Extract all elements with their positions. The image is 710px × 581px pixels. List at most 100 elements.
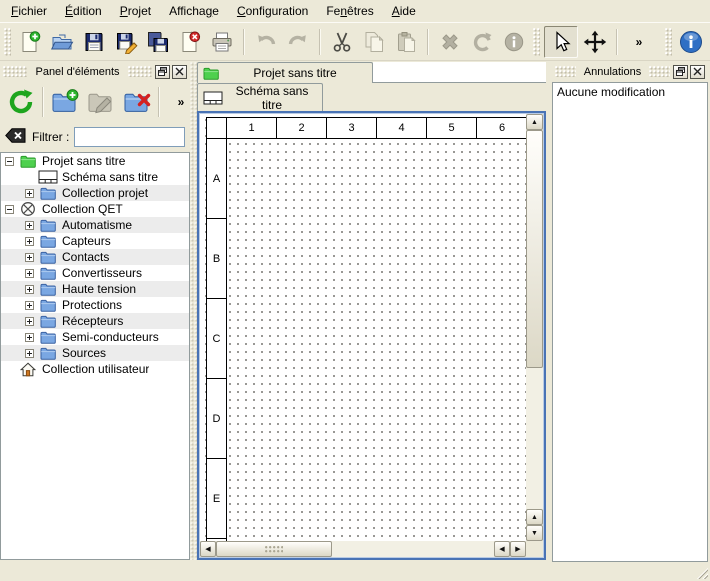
tree-item-projet-sans-titre[interactable]: Projet sans titre <box>1 153 189 169</box>
scroll-up-button-2[interactable]: ▲ <box>526 509 543 525</box>
undo-panel-titlebar[interactable]: Annulations <box>552 62 708 81</box>
tree-item-protections[interactable]: Protections <box>1 297 189 313</box>
redo-button <box>283 27 313 57</box>
project-icon <box>18 155 38 168</box>
toolbar-drag-handle[interactable] <box>665 28 672 56</box>
tree-item-r-cepteurs[interactable]: Récepteurs <box>1 313 189 329</box>
undo-history-list[interactable]: Aucune modification <box>552 82 708 562</box>
filter-input[interactable] <box>74 127 185 147</box>
tree-item-collection-qet[interactable]: Collection QET <box>1 201 189 217</box>
save-button[interactable] <box>79 27 109 57</box>
column-label-6: 6 <box>477 118 526 139</box>
expand-plus-icon[interactable] <box>25 269 34 278</box>
clear-filter-button[interactable] <box>4 128 27 146</box>
menu-item-fichier[interactable]: Fichier <box>2 0 56 22</box>
tab-bar-empty-area <box>373 62 546 83</box>
tree-item-collection-projet[interactable]: Collection projet <box>1 185 189 201</box>
tree-item-automatisme[interactable]: Automatisme <box>1 217 189 233</box>
select-mode-button[interactable] <box>544 26 578 58</box>
titlebar-texture <box>3 66 27 77</box>
close-panel-button[interactable] <box>172 65 187 79</box>
tree-item-convertisseurs[interactable]: Convertisseurs <box>1 265 189 281</box>
column-label-5: 5 <box>427 118 477 139</box>
scroll-left-button-2[interactable]: ◀ <box>494 541 510 557</box>
expand-plus-icon[interactable] <box>25 317 34 326</box>
filter-row: Filtrer : <box>0 123 190 152</box>
vertical-scrollbar[interactable]: ▲ ▲ ▼ <box>526 114 543 541</box>
cut-icon <box>330 30 354 54</box>
print-icon <box>210 30 234 54</box>
scroll-down-button[interactable]: ▼ <box>526 525 543 541</box>
new-category-button[interactable] <box>48 85 82 119</box>
float-panel-button[interactable] <box>155 65 170 79</box>
scroll-right-button[interactable]: ▶ <box>510 541 526 557</box>
expand-plus-icon[interactable] <box>25 189 34 198</box>
menu-item-configuration[interactable]: Configuration <box>228 0 317 22</box>
expand-plus-icon[interactable] <box>25 285 34 294</box>
tree-item-capteurs[interactable]: Capteurs <box>1 233 189 249</box>
menu-item-aide[interactable]: Aide <box>383 0 425 22</box>
undo-list-item[interactable]: Aucune modification <box>553 83 707 100</box>
toolbar-extension-button[interactable]: » <box>624 27 654 57</box>
tree-item-label: Protections <box>62 298 122 312</box>
elements-panel-title: Panel d'éléments <box>30 66 124 78</box>
schema-canvas[interactable]: 123456 ABCDE <box>200 114 526 541</box>
expand-plus-icon[interactable] <box>25 333 34 342</box>
open-project-button[interactable] <box>47 27 77 57</box>
expand-plus-icon[interactable] <box>25 253 34 262</box>
menu-item-affichage[interactable]: Affichage <box>160 0 228 22</box>
collapse-minus-icon[interactable] <box>5 157 14 166</box>
expand-plus-icon[interactable] <box>25 301 34 310</box>
save-as-button[interactable] <box>111 27 141 57</box>
tree-item-contacts[interactable]: Contacts <box>1 249 189 265</box>
print-button[interactable] <box>207 27 237 57</box>
menu-bar: FichierÉditionProjetAffichageConfigurati… <box>0 0 710 22</box>
tree-item-semi-conducteurs[interactable]: Semi-conducteurs <box>1 329 189 345</box>
vertical-scroll-thumb[interactable] <box>526 130 543 368</box>
menu-item-projet[interactable]: Projet <box>111 0 160 22</box>
rotate-button <box>467 27 497 57</box>
close-file-button[interactable] <box>175 27 205 57</box>
folder-icon <box>38 235 58 248</box>
tree-item-collection-utilisateur[interactable]: Collection utilisateur <box>1 361 189 377</box>
up-arrow-icon: ▲ <box>531 514 538 521</box>
tab-projet-sans-titre[interactable]: Projet sans titre <box>197 62 373 83</box>
info-gray-icon <box>502 30 526 54</box>
collapse-minus-icon[interactable] <box>5 205 14 214</box>
folder-icon <box>38 315 58 328</box>
tree-item-haute-tension[interactable]: Haute tension <box>1 281 189 297</box>
project-icon <box>203 67 219 80</box>
horizontal-scroll-thumb[interactable] <box>216 541 332 557</box>
dock-splitter[interactable] <box>190 62 197 560</box>
folder-icon <box>38 331 58 344</box>
project-tab-label: Projet sans titre <box>223 66 367 80</box>
tree-item-sources[interactable]: Sources <box>1 345 189 361</box>
elements-panel-titlebar[interactable]: Panel d'éléments <box>0 62 190 81</box>
toolbar-drag-handle[interactable] <box>4 28 11 56</box>
menu-item-fenetres[interactable]: Fenêtres <box>317 0 382 22</box>
tree-item-label: Semi-conducteurs <box>62 330 159 344</box>
expand-plus-icon[interactable] <box>25 237 34 246</box>
about-qet-button[interactable] <box>676 27 706 57</box>
close-undo-panel-button[interactable] <box>690 65 705 79</box>
delete-category-button[interactable] <box>120 85 154 119</box>
expand-plus-icon[interactable] <box>25 349 34 358</box>
expand-plus-icon[interactable] <box>25 221 34 230</box>
tab-schema-sans-titre[interactable]: Schéma sans titre <box>197 83 323 111</box>
resize-grip[interactable] <box>695 566 708 579</box>
copy-icon <box>362 30 386 54</box>
save-all-button[interactable] <box>143 27 173 57</box>
scroll-up-button[interactable]: ▲ <box>526 114 543 130</box>
toolbar-drag-handle[interactable] <box>533 28 540 56</box>
tree-item-label: Projet sans titre <box>42 154 125 168</box>
column-label-1: 1 <box>227 118 277 139</box>
reload-collections-button[interactable] <box>4 85 38 119</box>
tree-item-sch-ma-sans-titre[interactable]: Schéma sans titre <box>1 169 189 185</box>
menu-item-edition[interactable]: Édition <box>56 0 111 22</box>
scroll-left-button[interactable]: ◀ <box>200 541 216 557</box>
float-undo-panel-button[interactable] <box>673 65 688 79</box>
new-project-button[interactable] <box>15 27 45 57</box>
horizontal-scrollbar[interactable]: ◀ ◀ ▶ <box>200 541 526 557</box>
info-blue-icon <box>678 29 704 55</box>
pan-mode-button[interactable] <box>580 27 610 57</box>
